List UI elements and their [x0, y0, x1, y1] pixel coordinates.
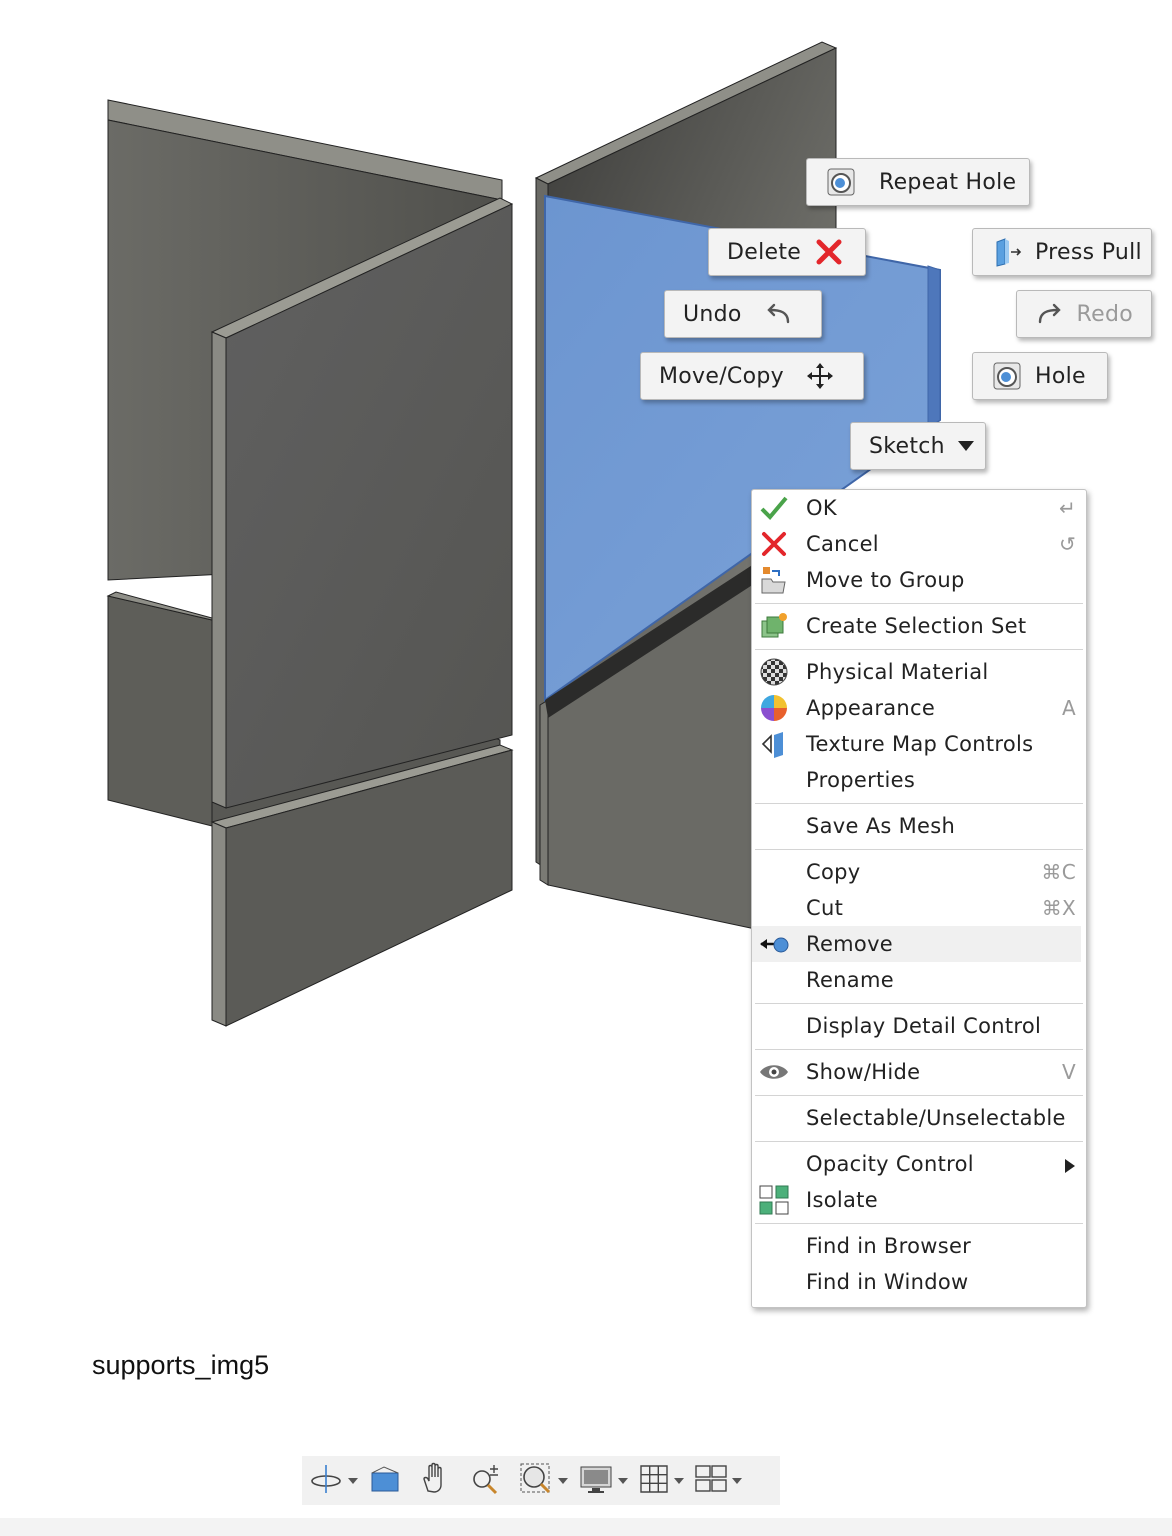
menu-item-cancel[interactable]: Cancel ↺: [752, 526, 1086, 562]
viewports-button[interactable]: [694, 1463, 748, 1499]
grid-icon: [638, 1463, 670, 1499]
orbit-icon: [308, 1461, 344, 1501]
display-settings-icon: [578, 1461, 614, 1501]
move-copy-label: Move/Copy: [659, 363, 784, 389]
image-caption: supports_img5: [92, 1350, 270, 1380]
texture-map-icon: [758, 729, 790, 759]
fit-button[interactable]: [518, 1461, 574, 1501]
undo-label: Undo: [683, 301, 742, 327]
menu-separator: [755, 1223, 1083, 1224]
undo-button[interactable]: Undo: [664, 290, 822, 338]
display-settings-button[interactable]: [578, 1461, 634, 1501]
delete-button[interactable]: Delete: [708, 228, 866, 276]
sketch-dropdown-button[interactable]: Sketch: [850, 422, 986, 470]
redo-label: Redo: [1076, 301, 1133, 327]
menu-item-texture-map-controls[interactable]: Texture Map Controls: [752, 726, 1086, 762]
redo-button[interactable]: Redo: [1016, 290, 1152, 338]
status-bar: [0, 1518, 1172, 1536]
menu-item-save-as-mesh[interactable]: Save As Mesh: [752, 808, 1086, 844]
menu-item-appearance[interactable]: Appearance A: [752, 690, 1086, 726]
selection-set-icon: [758, 611, 790, 641]
submenu-arrow-icon: [1064, 1158, 1076, 1178]
remove-icon: [758, 929, 790, 959]
menu-item-ok[interactable]: OK ↵: [752, 490, 1086, 526]
grid-button[interactable]: [638, 1463, 690, 1499]
menu-item-create-selection-set[interactable]: Create Selection Set: [752, 608, 1086, 644]
navigation-toolbar: [302, 1456, 780, 1505]
hole-label: Hole: [1035, 363, 1086, 389]
redo-arrow-icon: [1035, 298, 1065, 330]
move-to-group-icon: [758, 565, 790, 595]
cancel-x-icon: [758, 529, 790, 559]
fit-icon: [518, 1461, 554, 1501]
menu-separator: [755, 649, 1083, 650]
grid-dropdown-icon[interactable]: [674, 1477, 684, 1484]
menu-item-copy[interactable]: Copy ⌘C: [752, 854, 1086, 890]
menu-item-find-in-browser[interactable]: Find in Browser: [752, 1228, 1086, 1264]
menu-separator: [755, 1003, 1083, 1004]
pan-button[interactable]: [418, 1461, 454, 1501]
fit-dropdown-icon[interactable]: [558, 1477, 568, 1484]
menu-separator: [755, 849, 1083, 850]
orbit-dropdown-icon[interactable]: [348, 1477, 358, 1484]
delete-label: Delete: [727, 239, 802, 265]
hole-button[interactable]: Hole: [972, 352, 1108, 400]
menu-item-display-detail-control[interactable]: Display Detail Control: [752, 1008, 1086, 1044]
menu-item-isolate[interactable]: Isolate: [752, 1182, 1086, 1218]
menu-item-selectable-unselectable[interactable]: Selectable/Unselectable: [752, 1100, 1086, 1136]
menu-item-remove[interactable]: Remove: [752, 926, 1081, 962]
menu-item-cut[interactable]: Cut ⌘X: [752, 890, 1086, 926]
press-pull-button[interactable]: Press Pull: [972, 228, 1152, 276]
hole-icon: [825, 166, 857, 198]
pan-icon: [418, 1461, 454, 1501]
menu-item-find-in-window[interactable]: Find in Window: [752, 1264, 1086, 1300]
undo-arrow-icon: [762, 298, 794, 330]
hole-icon: [991, 360, 1023, 392]
caret-down-icon: [957, 430, 975, 462]
repeat-hole-label: Repeat Hole: [879, 169, 1017, 195]
physical-material-icon: [758, 657, 790, 687]
appearance-icon: [758, 693, 790, 723]
orbit-button[interactable]: [308, 1461, 364, 1501]
look-at-button[interactable]: [368, 1461, 404, 1501]
sketch-label: Sketch: [869, 433, 945, 459]
menu-separator: [755, 1141, 1083, 1142]
press-pull-label: Press Pull: [1035, 239, 1142, 265]
menu-item-show-hide[interactable]: Show/Hide V: [752, 1054, 1086, 1090]
move-copy-button[interactable]: Move/Copy: [640, 352, 864, 400]
menu-separator: [755, 1049, 1083, 1050]
menu-item-rename[interactable]: Rename: [752, 962, 1086, 998]
viewports-icon: [694, 1463, 728, 1499]
viewports-dropdown-icon[interactable]: [732, 1477, 742, 1484]
zoom-icon: [468, 1461, 504, 1501]
repeat-hole-button[interactable]: Repeat Hole: [806, 158, 1030, 206]
context-menu: OK ↵ Cancel ↺ Move to Group Create Selec…: [751, 489, 1087, 1308]
eye-icon: [758, 1057, 790, 1087]
menu-item-move-to-group[interactable]: Move to Group: [752, 562, 1086, 598]
menu-separator: [755, 1095, 1083, 1096]
move-arrows-icon: [804, 360, 836, 392]
check-icon: [758, 493, 790, 523]
menu-separator: [755, 603, 1083, 604]
press-pull-icon: [991, 236, 1023, 268]
menu-item-physical-material[interactable]: Physical Material: [752, 654, 1086, 690]
menu-item-opacity-control[interactable]: Opacity Control: [752, 1146, 1086, 1182]
display-dropdown-icon[interactable]: [618, 1477, 628, 1484]
zoom-button[interactable]: [468, 1461, 504, 1501]
menu-separator: [755, 803, 1083, 804]
delete-x-icon: [813, 236, 845, 268]
menu-item-properties[interactable]: Properties: [752, 762, 1086, 798]
isolate-icon: [758, 1185, 790, 1215]
look-at-icon: [368, 1461, 404, 1501]
